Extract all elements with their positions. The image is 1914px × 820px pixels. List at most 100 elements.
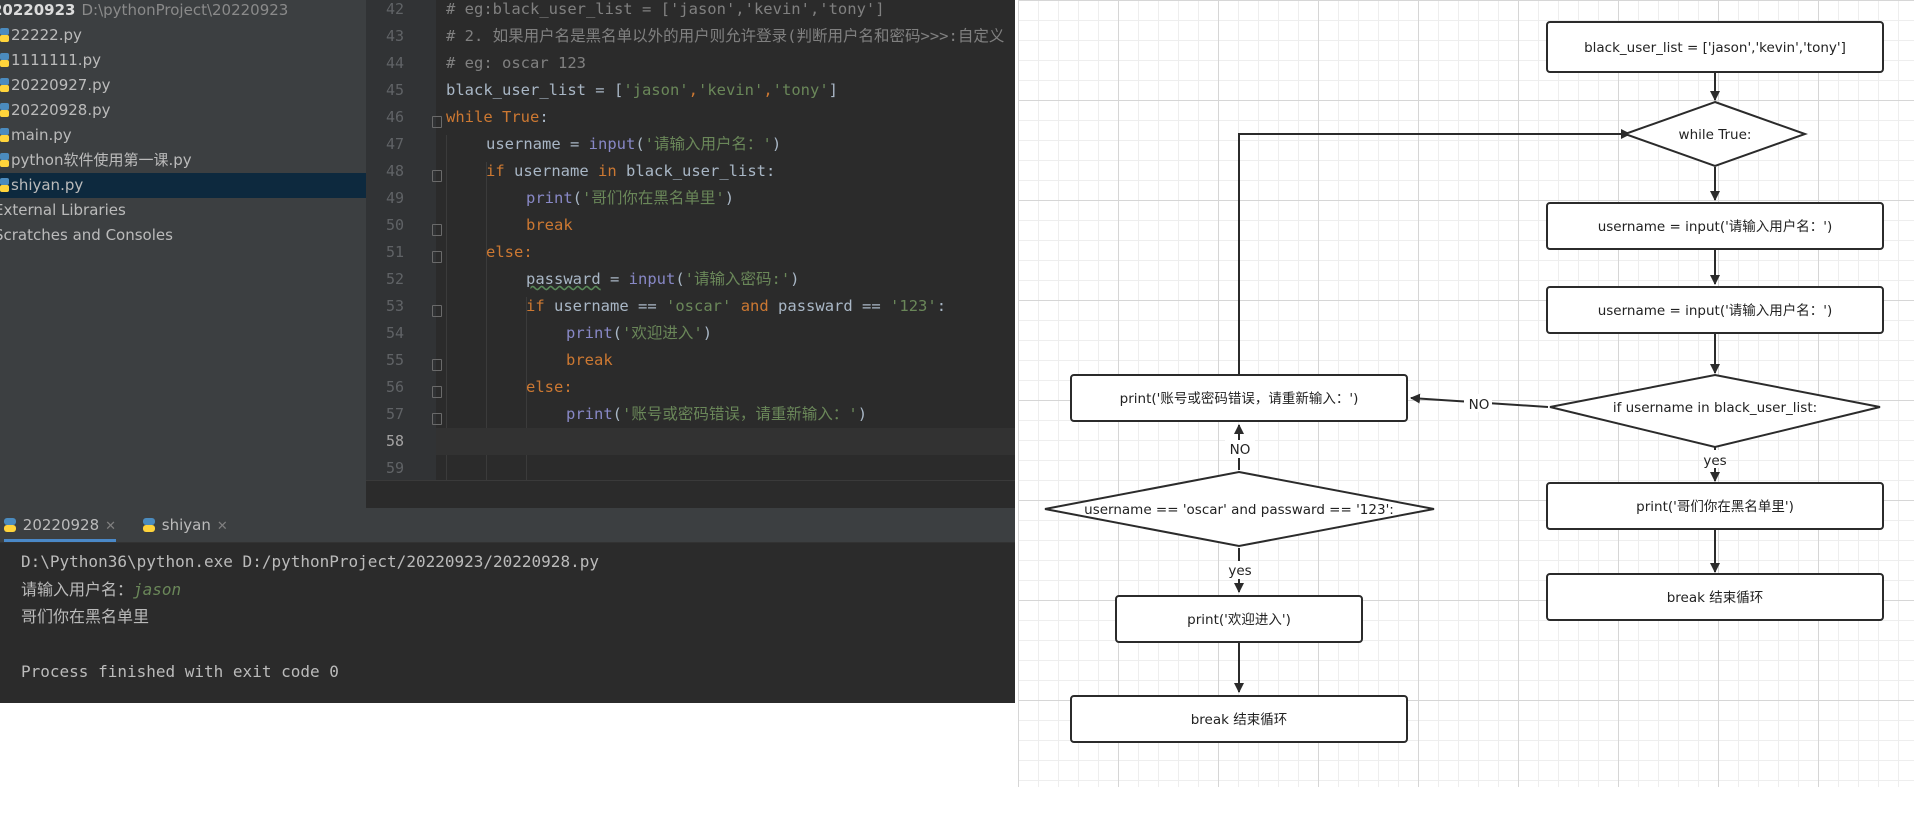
- fold-marker-icon[interactable]: [432, 251, 442, 263]
- line-number: 50: [385, 216, 404, 234]
- close-tab-icon[interactable]: ✕: [217, 519, 228, 534]
- python-file-icon: [0, 78, 9, 92]
- edge-label-yes: yes: [1703, 453, 1726, 469]
- code-line-44: # eg: oscar 123: [446, 54, 586, 72]
- tree-file-label: shiyan.py: [11, 176, 84, 194]
- console-prompt: 请输入用户名：: [21, 579, 134, 599]
- node-break-left-label: break 结束循环: [1191, 712, 1288, 728]
- edge-label-no-left: NO: [1230, 442, 1251, 458]
- fold-marker-icon[interactable]: [432, 359, 442, 371]
- line-number: 46: [385, 108, 404, 126]
- node-blacklist-print-label: print('哥们你在黑名单里'): [1636, 499, 1794, 515]
- line-number: 56: [385, 378, 404, 396]
- line-number: 47: [385, 135, 404, 153]
- fold-marker-icon[interactable]: [432, 413, 442, 425]
- tree-file-label: 22222.py: [11, 26, 82, 44]
- tree-file-item[interactable]: 20220927.py: [0, 73, 366, 98]
- console-prompt-line: 请输入用户名：jason: [21, 576, 1001, 604]
- code-line-49: print('哥们你在黑名单里'): [526, 189, 735, 207]
- tree-scratches-consoles[interactable]: Scratches and Consoles: [0, 223, 360, 248]
- run-tab-label: 20220928: [22, 516, 100, 534]
- line-number: 49: [385, 189, 404, 207]
- edge-label-yes-left: yes: [1228, 563, 1251, 579]
- line-number: 53: [385, 297, 404, 315]
- tree-external-libraries[interactable]: External Libraries: [0, 198, 360, 223]
- code-line-52: passward = input('请输入密码:'): [526, 270, 800, 288]
- line-number: 44: [385, 54, 404, 72]
- node-login-label: username == 'oscar' and passward == '123…: [1084, 502, 1394, 518]
- node-while-label: while True:: [1679, 127, 1752, 143]
- code-line-51: else:: [486, 243, 533, 261]
- tree-file-item[interactable]: 20220928.py: [0, 98, 366, 123]
- node-input-1-label: username = input('请输入用户名：'): [1598, 218, 1833, 235]
- close-tab-icon[interactable]: ✕: [105, 519, 116, 534]
- fold-marker-icon[interactable]: [432, 224, 442, 236]
- code-line-43: # 2. 如果用户名是黑名单以外的用户则允许登录(判断用户名和密码>>>:自定义: [446, 27, 1005, 45]
- node-break-right-label: break 结束循环: [1667, 590, 1764, 606]
- console-exit-line: Process finished with exit code 0: [21, 662, 339, 681]
- console-output[interactable]: D:\Python36\python.exe D:/pythonProject/…: [21, 548, 1001, 686]
- line-number: 43: [385, 27, 404, 45]
- editor-horizontal-scrollbar[interactable]: [366, 480, 1015, 508]
- node-list-assign-label: black_user_list = ['jason','kevin','tony…: [1584, 40, 1846, 56]
- line-number: 48: [385, 162, 404, 180]
- flowchart-diagram: black_user_list = ['jason','kevin','tony…: [1044, 21, 1884, 743]
- run-tab-20220928[interactable]: 20220928 ✕: [4, 508, 117, 542]
- tree-file-item[interactable]: main.py: [0, 123, 366, 148]
- fold-marker-icon[interactable]: [432, 386, 442, 398]
- project-tree-panel: 20220923 D:\pythonProject\20220923 22222.…: [0, 0, 366, 508]
- tree-root-path: D:\pythonProject\20220923: [81, 1, 289, 19]
- tree-file-label: 20220928.py: [11, 101, 111, 119]
- edge-label-no-right: NO: [1469, 397, 1490, 413]
- tree-file-item[interactable]: 22222.py: [0, 23, 366, 48]
- tree-file-item-selected[interactable]: shiyan.py: [0, 173, 366, 198]
- python-file-icon: [0, 103, 9, 117]
- python-file-icon: [0, 53, 9, 67]
- tree-file-label: python软件使用第一课.py: [11, 151, 192, 169]
- code-line-45: black_user_list = ['jason','kevin','tony…: [446, 81, 838, 99]
- code-line-55: break: [566, 351, 613, 369]
- python-run-icon: [143, 518, 155, 532]
- code-line-54: print('欢迎进入'): [566, 324, 713, 342]
- node-if-label: if username in black_user_list:: [1613, 400, 1817, 416]
- tree-file-item[interactable]: 1111111.py: [0, 48, 366, 73]
- run-tab-label: shiyan: [161, 516, 211, 534]
- tree-root-name: 20220923: [0, 1, 76, 19]
- line-number: 54: [385, 324, 404, 342]
- python-file-icon: [0, 153, 9, 167]
- node-welcome-print-label: print('欢迎进入'): [1187, 612, 1291, 628]
- line-number-current: 58: [385, 432, 404, 450]
- tree-node-label: Scratches and Consoles: [0, 226, 173, 244]
- node-error-print-label: print('账号或密码错误，请重新输入：'): [1120, 390, 1359, 407]
- line-number: 55: [385, 351, 404, 369]
- code-editor[interactable]: 42 43 44 45 46 47 48 49 50 51 52 53 54 5…: [366, 0, 1015, 508]
- line-number: 51: [385, 243, 404, 261]
- console-command-line: D:\Python36\python.exe D:/pythonProject/…: [21, 552, 599, 571]
- line-number: 57: [385, 405, 404, 423]
- code-line-53: if username == 'oscar' and passward == '…: [526, 297, 947, 315]
- fold-marker-icon[interactable]: [432, 170, 442, 182]
- line-number: 45: [385, 81, 404, 99]
- console-output-line: 哥们你在黑名单里: [21, 607, 150, 626]
- code-line-50: break: [526, 216, 573, 234]
- code-line-58-caret[interactable]: [436, 428, 1015, 455]
- node-input-2-label: username = input('请输入用户名：'): [1598, 302, 1833, 319]
- code-line-46: while True:: [446, 108, 549, 126]
- tree-file-item[interactable]: python软件使用第一课.py: [0, 148, 366, 173]
- code-line-56: else:: [526, 378, 573, 396]
- console-user-input: jason: [133, 579, 182, 599]
- ide-window: 20220923 D:\pythonProject\20220923 22222.…: [0, 0, 1015, 703]
- run-tab-shiyan[interactable]: shiyan ✕: [143, 508, 228, 542]
- tree-file-label: 1111111.py: [11, 51, 101, 69]
- line-number: 42: [385, 0, 404, 18]
- edge-loop-back: [1238, 129, 1631, 374]
- fold-marker-icon[interactable]: [432, 116, 442, 128]
- run-tool-window: 20220928 ✕ shiyan ✕ D:\Python36\python.exe…: [0, 508, 1015, 703]
- line-number: 52: [385, 270, 404, 288]
- python-file-icon: [0, 178, 9, 192]
- fold-marker-icon[interactable]: [432, 305, 442, 317]
- tree-root-folder[interactable]: 20220923 D:\pythonProject\20220923: [0, 0, 358, 23]
- run-tabs-bar: 20220928 ✕ shiyan ✕: [0, 508, 1015, 543]
- tree-node-label: External Libraries: [0, 201, 126, 219]
